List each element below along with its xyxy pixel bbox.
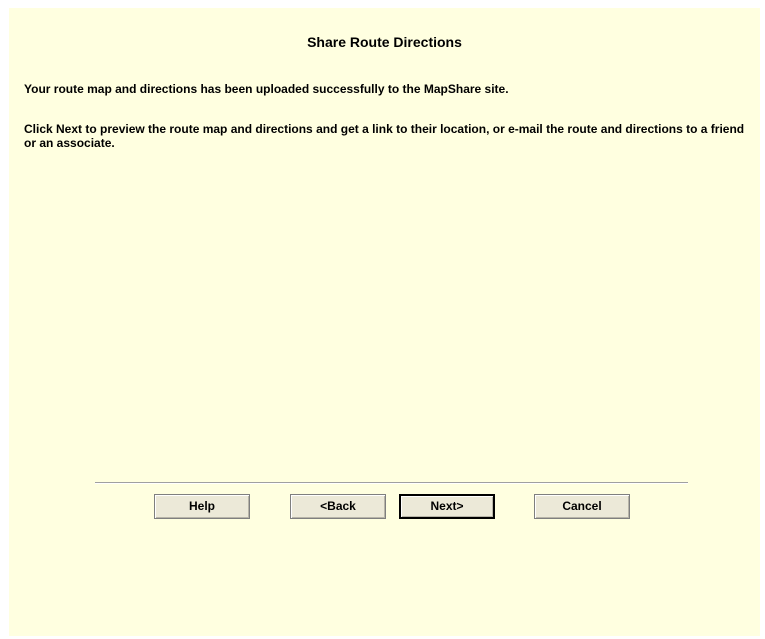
next-step-instructions: Click Next to preview the route map and … xyxy=(24,122,745,150)
next-button[interactable]: Next> xyxy=(399,494,495,519)
help-button[interactable]: Help xyxy=(154,494,250,519)
back-button[interactable]: <Back xyxy=(290,494,386,519)
share-route-dialog: Share Route Directions Your route map an… xyxy=(9,8,760,636)
button-divider xyxy=(95,482,688,484)
upload-success-message: Your route map and directions has been u… xyxy=(24,82,509,96)
dialog-title: Share Route Directions xyxy=(307,34,462,50)
cancel-button[interactable]: Cancel xyxy=(534,494,630,519)
